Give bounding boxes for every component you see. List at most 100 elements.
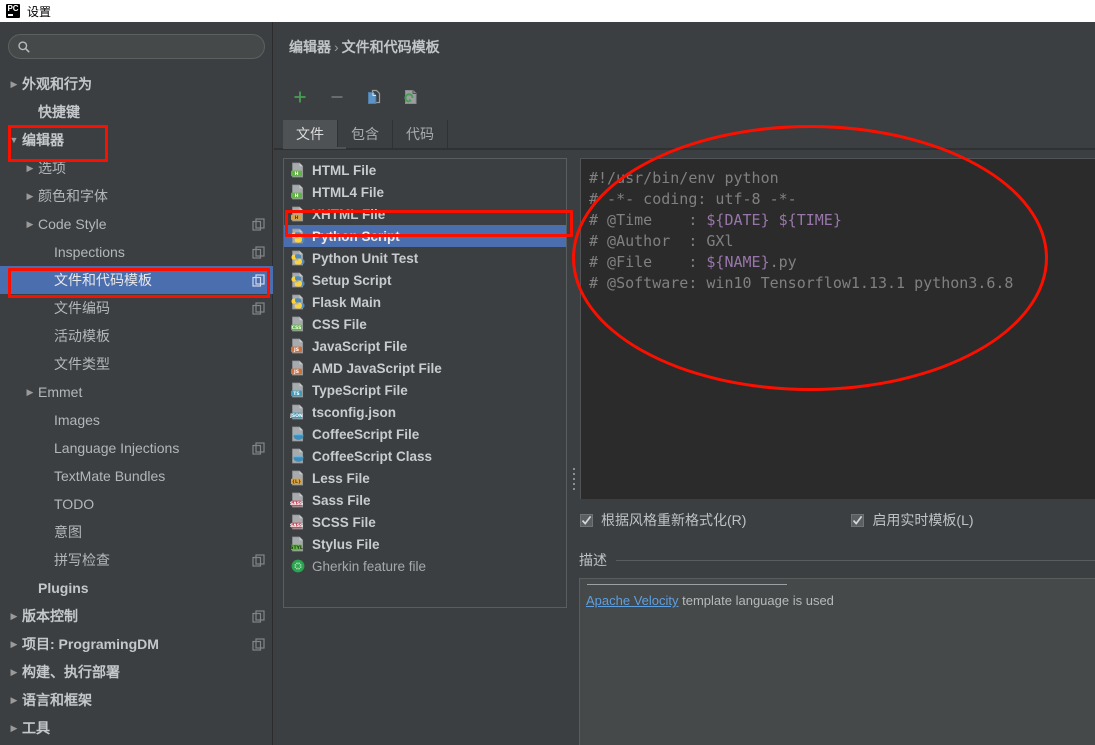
stylus-file-icon: STYL bbox=[290, 536, 306, 552]
template-file-list[interactable]: H HTML File H HTML4 File H XHTML File Python S… bbox=[283, 158, 567, 608]
sidebar-item-20[interactable]: ▶ 项目: ProgramingDM bbox=[0, 630, 273, 658]
template-list-item[interactable]: TS TypeScript File bbox=[284, 379, 566, 401]
template-list-item[interactable]: CoffeeScript File bbox=[284, 423, 566, 445]
template-list-item[interactable]: JS AMD JavaScript File bbox=[284, 357, 566, 379]
sidebar-item-16[interactable]: ▶意图 bbox=[0, 518, 273, 546]
tab-1[interactable]: 包含 bbox=[338, 120, 393, 148]
less-file-icon: {L} bbox=[290, 470, 306, 486]
chevron-right-icon[interactable]: ▶ bbox=[22, 387, 38, 397]
settings-copy-icon bbox=[252, 217, 265, 231]
coffeescript-file-icon bbox=[290, 448, 306, 464]
template-list-item[interactable]: CSS CSS File bbox=[284, 313, 566, 335]
search-box[interactable] bbox=[8, 34, 265, 59]
sidebar-item-9[interactable]: ▶活动模板 bbox=[0, 322, 273, 350]
add-button[interactable] bbox=[286, 84, 314, 110]
chevron-down-icon[interactable]: ▼ bbox=[6, 135, 22, 145]
chevron-right-icon[interactable]: ▶ bbox=[6, 79, 22, 89]
tab-2[interactable]: 代码 bbox=[393, 120, 448, 148]
template-list-item[interactable]: H HTML File bbox=[284, 159, 566, 181]
template-list-item[interactable]: Setup Script bbox=[284, 269, 566, 291]
sidebar-item-0[interactable]: ▶ 外观和行为 bbox=[0, 70, 273, 98]
template-list-item[interactable]: JS JavaScript File bbox=[284, 335, 566, 357]
sidebar-item-7[interactable]: ▶文件和代码模板 bbox=[0, 266, 273, 294]
description-panel[interactable]: Apache Velocity template language is use… bbox=[579, 578, 1095, 745]
chevron-right-icon[interactable]: ▶ bbox=[6, 639, 22, 649]
sidebar-item-21[interactable]: ▶ 构建、执行部署 bbox=[0, 658, 273, 686]
reformat-checkbox[interactable]: 根据风格重新格式化(R) bbox=[580, 510, 746, 530]
sidebar-item-4[interactable]: ▶ 颜色和字体 bbox=[0, 182, 273, 210]
sidebar-item-label: 构建、执行部署 bbox=[22, 664, 120, 680]
apache-velocity-link[interactable]: Apache Velocity bbox=[586, 593, 679, 608]
code-line: #!/usr/bin/env python bbox=[589, 168, 1095, 189]
sidebar-item-19[interactable]: ▶ 版本控制 bbox=[0, 602, 273, 630]
description-title: 描述 bbox=[579, 552, 607, 568]
template-list-item-label: CoffeeScript File bbox=[312, 426, 420, 442]
reset-button[interactable] bbox=[397, 84, 425, 110]
tab-label: 文件 bbox=[296, 125, 324, 142]
svg-text:JSON: JSON bbox=[290, 413, 303, 419]
template-list-item[interactable]: H XHTML File bbox=[284, 203, 566, 225]
sidebar-item-18[interactable]: ▶Plugins bbox=[0, 574, 273, 602]
panel-splitter[interactable] bbox=[571, 158, 580, 608]
sidebar-item-22[interactable]: ▶ 语言和框架 bbox=[0, 686, 273, 714]
settings-copy-icon bbox=[252, 273, 265, 287]
sidebar-item-14[interactable]: ▶TextMate Bundles bbox=[0, 462, 273, 490]
settings-copy-icon bbox=[252, 637, 265, 651]
tab-0[interactable]: 文件 bbox=[283, 120, 338, 148]
template-list-item[interactable]: Python Unit Test bbox=[284, 247, 566, 269]
sidebar-item-17[interactable]: ▶拼写检查 bbox=[0, 546, 273, 574]
settings-tree: ▶外观和行为▶快捷键▼编辑器▶选项▶颜色和字体▶Code Style▶Inspe… bbox=[0, 70, 273, 745]
search-input[interactable] bbox=[31, 39, 264, 54]
sidebar-item-5[interactable]: ▶ Code Style bbox=[0, 210, 273, 238]
sidebar-item-12[interactable]: ▶Images bbox=[0, 406, 273, 434]
template-list-item[interactable]: Flask Main bbox=[284, 291, 566, 313]
chevron-right-icon[interactable]: ▶ bbox=[22, 219, 38, 229]
description-top-rule bbox=[587, 584, 787, 585]
template-list-item-label: Stylus File bbox=[312, 536, 380, 552]
python-file-icon bbox=[290, 294, 306, 310]
breadcrumb-root[interactable]: 编辑器 bbox=[289, 39, 331, 55]
sidebar-item-8[interactable]: ▶文件编码 bbox=[0, 294, 273, 322]
sidebar-item-label: 文件编码 bbox=[54, 300, 110, 316]
chevron-right-icon[interactable]: ▶ bbox=[6, 723, 22, 733]
template-list-item[interactable]: SASS Sass File bbox=[284, 489, 566, 511]
sidebar-item-6[interactable]: ▶Inspections bbox=[0, 238, 273, 266]
live-template-checkbox[interactable]: 启用实时模板(L) ..... bbox=[851, 510, 974, 530]
copy-button[interactable] bbox=[360, 84, 388, 110]
code-text: # -*- coding: utf-8 -*- bbox=[589, 190, 797, 208]
sidebar-item-2[interactable]: ▼ 编辑器 bbox=[0, 126, 273, 154]
svg-text:H: H bbox=[295, 215, 299, 221]
code-text: # @Author : GXl bbox=[589, 232, 734, 250]
chevron-right-icon[interactable]: ▶ bbox=[6, 611, 22, 621]
sidebar-item-1[interactable]: ▶快捷键 bbox=[0, 98, 273, 126]
reset-icon bbox=[403, 89, 416, 104]
template-code-editor[interactable]: #!/usr/bin/env python # -*- coding: utf-8… bbox=[580, 158, 1095, 499]
sidebar-item-label: 颜色和字体 bbox=[38, 188, 108, 204]
sidebar-item-13[interactable]: ▶Language Injections bbox=[0, 434, 273, 462]
template-list-item[interactable]: {L} Less File bbox=[284, 467, 566, 489]
template-list-item-label: CoffeeScript Class bbox=[312, 448, 433, 464]
template-list-item[interactable]: JSON tsconfig.json bbox=[284, 401, 566, 423]
sidebar-item-label: 拼写检查 bbox=[54, 552, 110, 568]
sidebar-item-15[interactable]: ▶TODO bbox=[0, 490, 273, 518]
template-list-item[interactable]: H HTML4 File bbox=[284, 181, 566, 203]
window-title: 设置 bbox=[27, 4, 52, 19]
chevron-right-icon[interactable]: ▶ bbox=[22, 191, 38, 201]
template-list-item[interactable]: Python Script bbox=[284, 225, 566, 247]
template-list-item[interactable]: CoffeeScript Class bbox=[284, 445, 566, 467]
chevron-right-icon[interactable]: ▶ bbox=[6, 695, 22, 705]
css-file-icon: CSS bbox=[290, 316, 306, 332]
sidebar-item-3[interactable]: ▶ 选项 bbox=[0, 154, 273, 182]
template-list-item[interactable]: Gherkin feature file bbox=[284, 555, 566, 577]
chevron-right-icon[interactable]: ▶ bbox=[6, 667, 22, 677]
sidebar-item-10[interactable]: ▶文件类型 bbox=[0, 350, 273, 378]
sidebar-item-23[interactable]: ▶ 工具 bbox=[0, 714, 273, 742]
template-list-item[interactable]: STYL Stylus File bbox=[284, 533, 566, 555]
chevron-right-icon[interactable]: ▶ bbox=[22, 163, 38, 173]
settings-window: PC 设置 ▶外观和行为▶快捷键▼编辑器▶选项▶颜色和字体▶Code Style… bbox=[0, 0, 1095, 745]
sidebar-item-11[interactable]: ▶ Emmet bbox=[0, 378, 273, 406]
remove-button[interactable] bbox=[323, 84, 351, 110]
template-list-item[interactable]: SASS SCSS File bbox=[284, 511, 566, 533]
splitter-grip[interactable] bbox=[573, 468, 577, 494]
